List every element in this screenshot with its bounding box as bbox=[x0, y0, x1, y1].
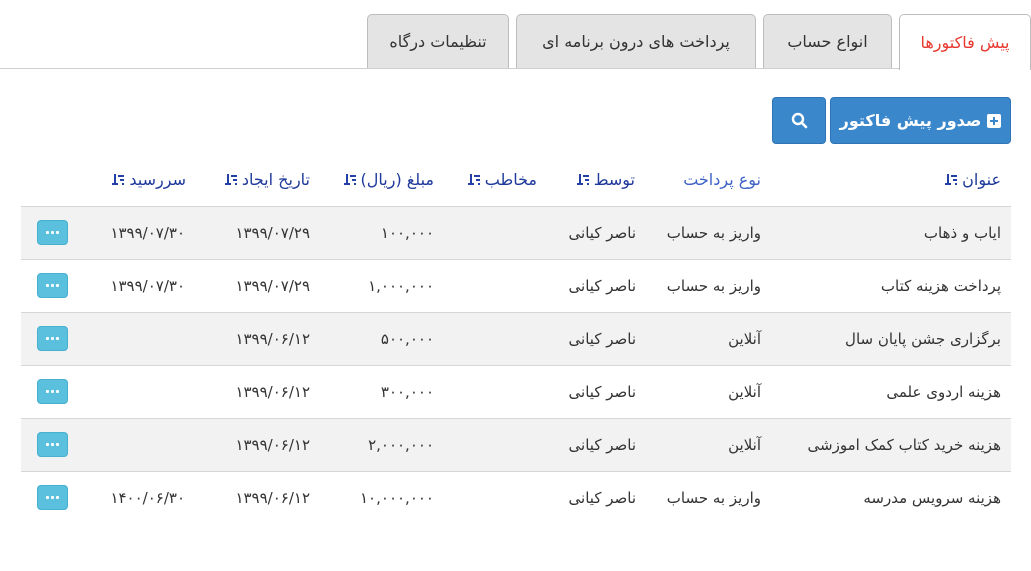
header-by-label: توسط bbox=[593, 170, 635, 189]
row-actions-button[interactable] bbox=[37, 379, 68, 404]
ellipsis-icon bbox=[46, 390, 49, 393]
cell-created: ۱۳۹۹/۰۶/۱۲ bbox=[235, 383, 310, 401]
cell-payment-type: واریز به حساب bbox=[666, 277, 761, 295]
cell-payment-type: واریز به حساب bbox=[666, 489, 761, 507]
cell-by: ناصر کیانی bbox=[568, 489, 636, 507]
cell-created: ۱۳۹۹/۰۷/۲۹ bbox=[235, 224, 310, 242]
column-header-amount[interactable]: مبلغ (ریال) bbox=[343, 170, 434, 189]
cell-amount: ۱,۰۰۰,۰۰۰ bbox=[368, 277, 434, 295]
cell-created: ۱۳۹۹/۰۶/۱۲ bbox=[235, 330, 310, 348]
header-recipient-label: مخاطب bbox=[484, 170, 537, 189]
tab-gateway-settings[interactable]: تنظیمات درگاه bbox=[367, 14, 509, 68]
sort-icon bbox=[467, 173, 480, 187]
new-invoice-label: صدور پیش فاکتور bbox=[839, 111, 982, 130]
row-actions-button[interactable] bbox=[37, 220, 68, 245]
ellipsis-icon bbox=[46, 284, 49, 287]
new-invoice-button[interactable]: صدور پیش فاکتور bbox=[830, 97, 1011, 144]
cell-amount: ۱۰,۰۰۰,۰۰۰ bbox=[360, 489, 434, 507]
sort-icon bbox=[343, 173, 356, 187]
sort-icon bbox=[945, 173, 958, 187]
tab-invoices[interactable]: پیش فاکتورها bbox=[899, 14, 1031, 70]
column-header-by[interactable]: توسط bbox=[576, 170, 635, 189]
table-row: هزینه اردوی علمی آنلاین ناصر کیانی ۳۰۰,۰… bbox=[21, 365, 1011, 418]
cell-title: هزینه اردوی علمی bbox=[886, 383, 1001, 401]
row-actions-button[interactable] bbox=[37, 273, 68, 298]
cell-by: ناصر کیانی bbox=[568, 383, 636, 401]
tab-account-types[interactable]: انواع حساب bbox=[763, 14, 892, 68]
row-actions-button[interactable] bbox=[37, 326, 68, 351]
cell-due: ۱۳۹۹/۰۷/۳۰ bbox=[110, 224, 185, 242]
cell-by: ناصر کیانی bbox=[568, 330, 636, 348]
table-row: ایاب و ذهاب واریز به حساب ناصر کیانی ۱۰۰… bbox=[21, 206, 1011, 259]
row-actions-button[interactable] bbox=[37, 485, 68, 510]
header-payment-type-label: نوع پرداخت bbox=[683, 170, 761, 189]
header-created-label: تاریخ ایجاد bbox=[241, 170, 310, 189]
cell-created: ۱۳۹۹/۰۶/۱۲ bbox=[235, 436, 310, 454]
table-row: پرداخت هزینه کتاب واریز به حساب ناصر کیا… bbox=[21, 259, 1011, 312]
table-row: هزینه سرویس مدرسه واریز به حساب ناصر کیا… bbox=[21, 471, 1011, 524]
cell-payment-type: آنلاین bbox=[728, 436, 761, 454]
sort-icon bbox=[112, 173, 125, 187]
cell-title: پرداخت هزینه کتاب bbox=[880, 277, 1001, 295]
sort-icon bbox=[224, 173, 237, 187]
cell-payment-type: آنلاین bbox=[728, 330, 761, 348]
cell-created: ۱۳۹۹/۰۶/۱۲ bbox=[235, 489, 310, 507]
header-due-label: سررسید bbox=[129, 170, 186, 189]
column-header-recipient[interactable]: مخاطب bbox=[467, 170, 537, 189]
cell-amount: ۵۰۰,۰۰۰ bbox=[380, 330, 434, 348]
cell-amount: ۲,۰۰۰,۰۰۰ bbox=[368, 436, 434, 454]
cell-title: برگزاری جشن پایان سال bbox=[845, 330, 1001, 348]
column-header-payment-type: نوع پرداخت bbox=[683, 170, 761, 189]
sort-icon bbox=[576, 173, 589, 187]
column-header-title[interactable]: عنوان bbox=[945, 170, 1001, 189]
header-title-label: عنوان bbox=[962, 170, 1001, 189]
row-actions-button[interactable] bbox=[37, 432, 68, 457]
cell-payment-type: واریز به حساب bbox=[666, 224, 761, 242]
cell-title: هزینه سرویس مدرسه bbox=[863, 489, 1001, 507]
column-header-due[interactable]: سررسید bbox=[112, 170, 186, 189]
ellipsis-icon bbox=[46, 337, 49, 340]
column-header-created[interactable]: تاریخ ایجاد bbox=[224, 170, 310, 189]
table-row: هزینه خرید کتاب کمک اموزشی آنلاین ناصر ک… bbox=[21, 418, 1011, 471]
ellipsis-icon bbox=[46, 443, 49, 446]
header-amount-label: مبلغ (ریال) bbox=[360, 170, 434, 189]
plus-square-icon bbox=[987, 113, 1002, 128]
cell-title: هزینه خرید کتاب کمک اموزشی bbox=[807, 436, 1001, 454]
cell-payment-type: آنلاین bbox=[728, 383, 761, 401]
cell-created: ۱۳۹۹/۰۷/۲۹ bbox=[235, 277, 310, 295]
ellipsis-icon bbox=[46, 231, 49, 234]
cell-amount: ۳۰۰,۰۰۰ bbox=[380, 383, 434, 401]
search-icon bbox=[791, 112, 807, 129]
ellipsis-icon bbox=[46, 496, 49, 499]
cell-amount: ۱۰۰,۰۰۰ bbox=[380, 224, 434, 242]
cell-due: ۱۴۰۰/۰۶/۳۰ bbox=[110, 489, 185, 507]
cell-by: ناصر کیانی bbox=[568, 277, 636, 295]
tab-in-app-payments[interactable]: پرداخت های درون برنامه ای bbox=[516, 14, 756, 68]
search-button[interactable] bbox=[772, 97, 826, 144]
tabs-divider bbox=[0, 68, 1031, 69]
cell-title: ایاب و ذهاب bbox=[923, 224, 1001, 242]
cell-due: ۱۳۹۹/۰۷/۳۰ bbox=[110, 277, 185, 295]
cell-by: ناصر کیانی bbox=[568, 224, 636, 242]
cell-by: ناصر کیانی bbox=[568, 436, 636, 454]
table-row: برگزاری جشن پایان سال آنلاین ناصر کیانی … bbox=[21, 312, 1011, 365]
